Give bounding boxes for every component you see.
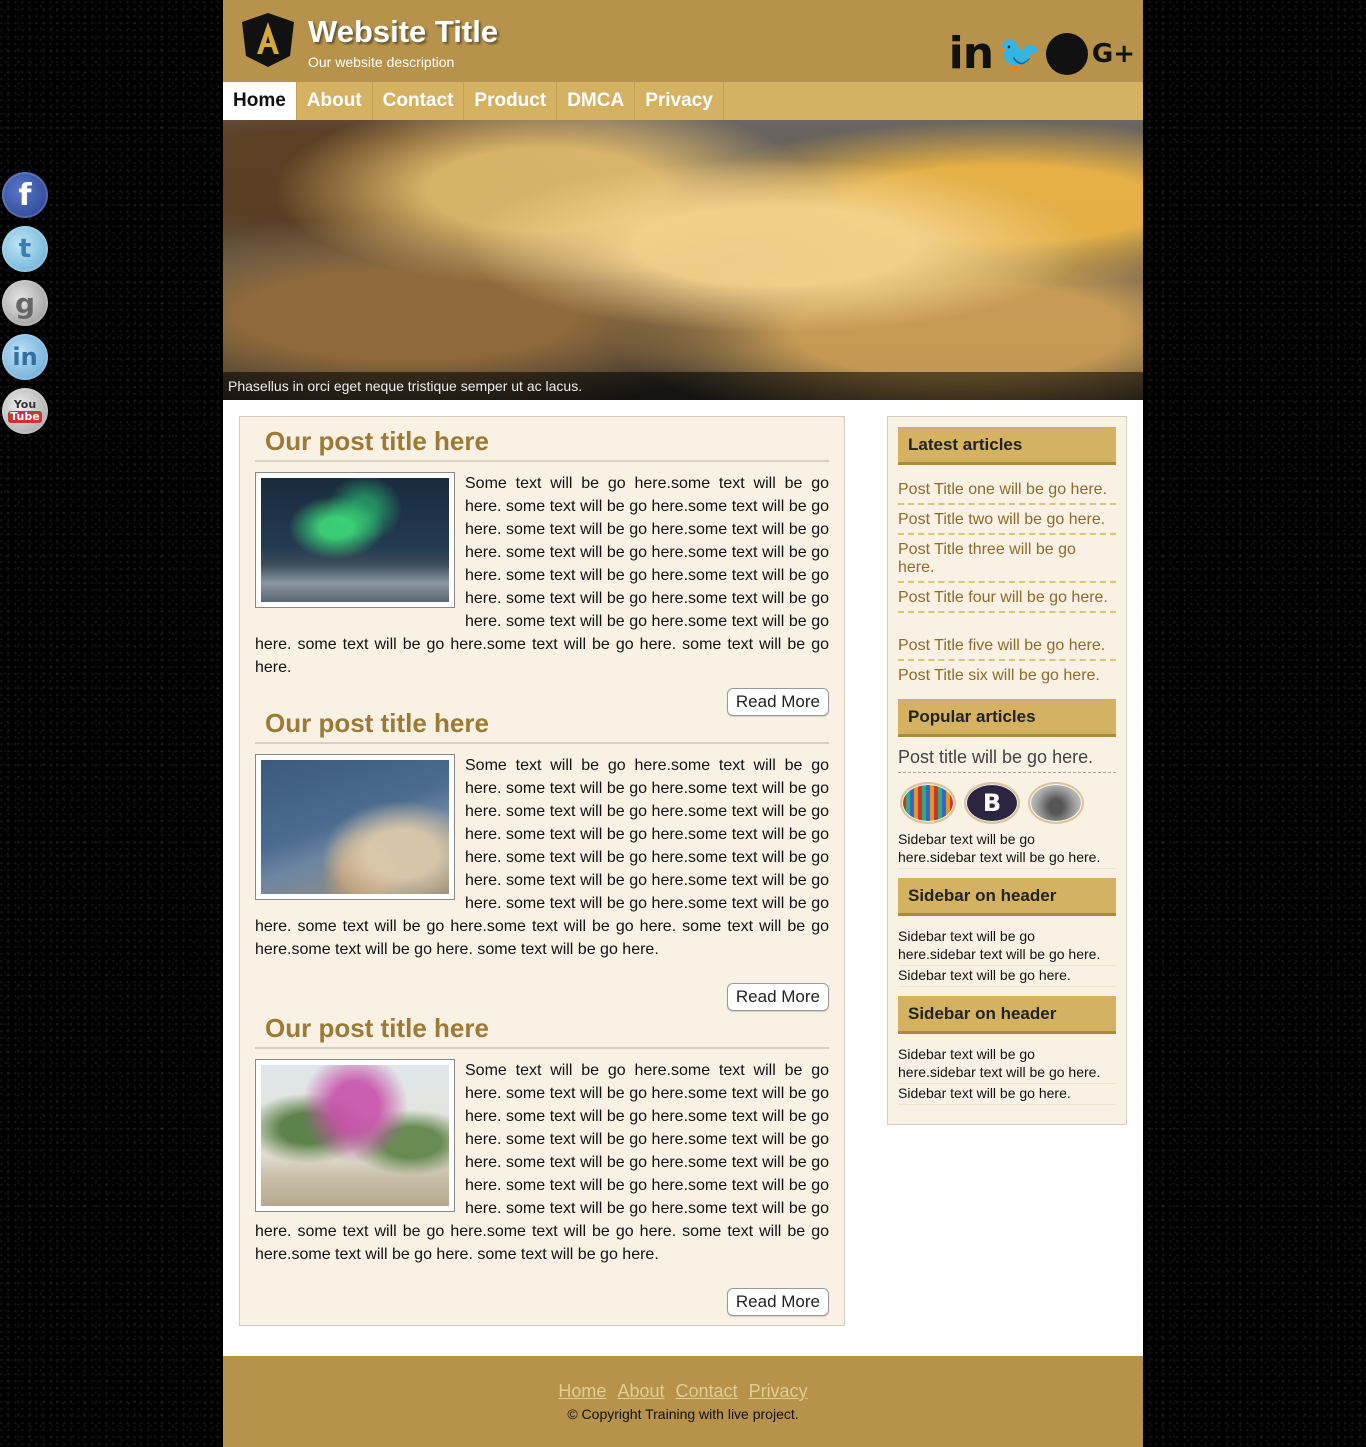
sidebar: Latest articles Post Title one will be g… [887,416,1127,1125]
google-plus-icon[interactable]: G+ [1092,39,1135,69]
post-title[interactable]: Our post title here [255,427,829,462]
site-title[interactable]: Website Title [308,14,498,50]
post-body: Some text will be go here.some text will… [255,472,829,679]
post-title[interactable]: Our post title here [255,1014,829,1049]
popular-article-link[interactable]: Post title will be go here. [898,747,1116,773]
linkedin-icon[interactable]: in [2,334,48,380]
bootstrap-icon[interactable]: B [964,782,1020,824]
post-body: Some text will be go here.some text will… [255,1059,829,1266]
footer-link-privacy[interactable]: Privacy [749,1381,808,1401]
sidebar-section-heading: Sidebar on header [898,878,1116,916]
site-footer: Home About Contact Privacy © Copyright T… [223,1356,1143,1447]
latest-article-link[interactable]: Post Title one will be go here. [898,481,1116,505]
sidebar-text: Sidebar text will be go here.sidebar tex… [898,927,1116,966]
popular-articles-heading: Popular articles [898,699,1116,737]
nav-item-home[interactable]: Home [223,82,297,120]
crayons-thumbnail-icon[interactable] [900,782,956,824]
footer-link-contact[interactable]: Contact [676,1381,738,1401]
popular-icons: B [900,782,1084,824]
nav-item-privacy[interactable]: Privacy [635,82,724,120]
latest-article-link[interactable]: Post Title six will be go here. [898,667,1116,689]
post-thumbnail[interactable] [255,754,455,900]
latest-article-link[interactable]: Post Title two will be go here. [898,511,1116,535]
sidebar-text: Sidebar text will be go here.sidebar tex… [898,830,1116,869]
facebook-icon[interactable]: f [2,172,48,218]
main-nav: Home About Contact Product DMCA Privacy [223,82,1143,120]
nav-item-about[interactable]: About [297,82,373,120]
header-social-links: in 🐦 G+ [949,28,1135,79]
footer-links: Home About Contact Privacy [223,1381,1143,1402]
post-thumbnail[interactable] [255,472,455,608]
banner-slider[interactable]: Phasellus in orci eget neque tristique s… [223,120,1143,400]
twitter-icon[interactable]: t [2,226,48,272]
nav-item-contact[interactable]: Contact [373,82,465,120]
google-plus-icon[interactable]: g [2,280,48,326]
site-header: Website Title Our website description in… [223,0,1143,82]
copyright-text: © Copyright Training with live project. [567,1406,799,1422]
footer-link-home[interactable]: Home [558,1381,606,1401]
post: Our post title here Some text will be go… [255,1014,829,1316]
firefox-icon[interactable] [1045,32,1088,75]
read-more-button[interactable]: Read More [726,983,829,1011]
post-thumbnail[interactable] [255,1059,455,1212]
nav-item-product[interactable]: Product [464,82,558,120]
nav-item-dmca[interactable]: DMCA [557,82,636,120]
latest-article-link[interactable]: Post Title four will be go here. [898,589,1116,613]
landmark-thumbnail-icon[interactable] [1028,782,1084,824]
footer-link-about[interactable]: About [617,1381,664,1401]
flowering-tree-photo [261,1065,449,1206]
latest-article-link[interactable]: Post Title five will be go here. [898,637,1116,661]
post-title[interactable]: Our post title here [255,709,829,744]
latest-articles-heading: Latest articles [898,427,1116,465]
banner-caption: Phasellus in orci eget neque tristique s… [223,372,1143,400]
posts-area: Our post title here Some text will be go… [239,416,845,1326]
site-description: Our website description [308,54,455,70]
sidebar-text: Sidebar text will be go here.sidebar tex… [898,1045,1116,1084]
angular-logo-icon[interactable] [241,12,295,68]
sidebar-section-heading: Sidebar on header [898,996,1116,1034]
page-wrapper: Website Title Our website description in… [223,0,1143,1447]
twitter-icon[interactable]: 🐦 [997,33,1042,75]
sidebar-text: Sidebar text will be go here. [898,966,1116,987]
sidebar-text: Sidebar text will be go here. [898,1084,1116,1105]
latest-article-link[interactable]: Post Title three will be go here. [898,541,1116,583]
youtube-label-bottom: Tube [8,410,42,423]
post-body: Some text will be go here.some text will… [255,754,829,961]
post: Our post title here Some text will be go… [255,427,829,716]
aurora-photo [261,478,449,602]
post: Our post title here Some text will be go… [255,709,829,1011]
youtube-icon[interactable]: You Tube [2,388,48,434]
linkedin-icon[interactable]: in [949,28,994,79]
read-more-button[interactable]: Read More [726,1288,829,1316]
coastal-town-photo [261,760,449,894]
